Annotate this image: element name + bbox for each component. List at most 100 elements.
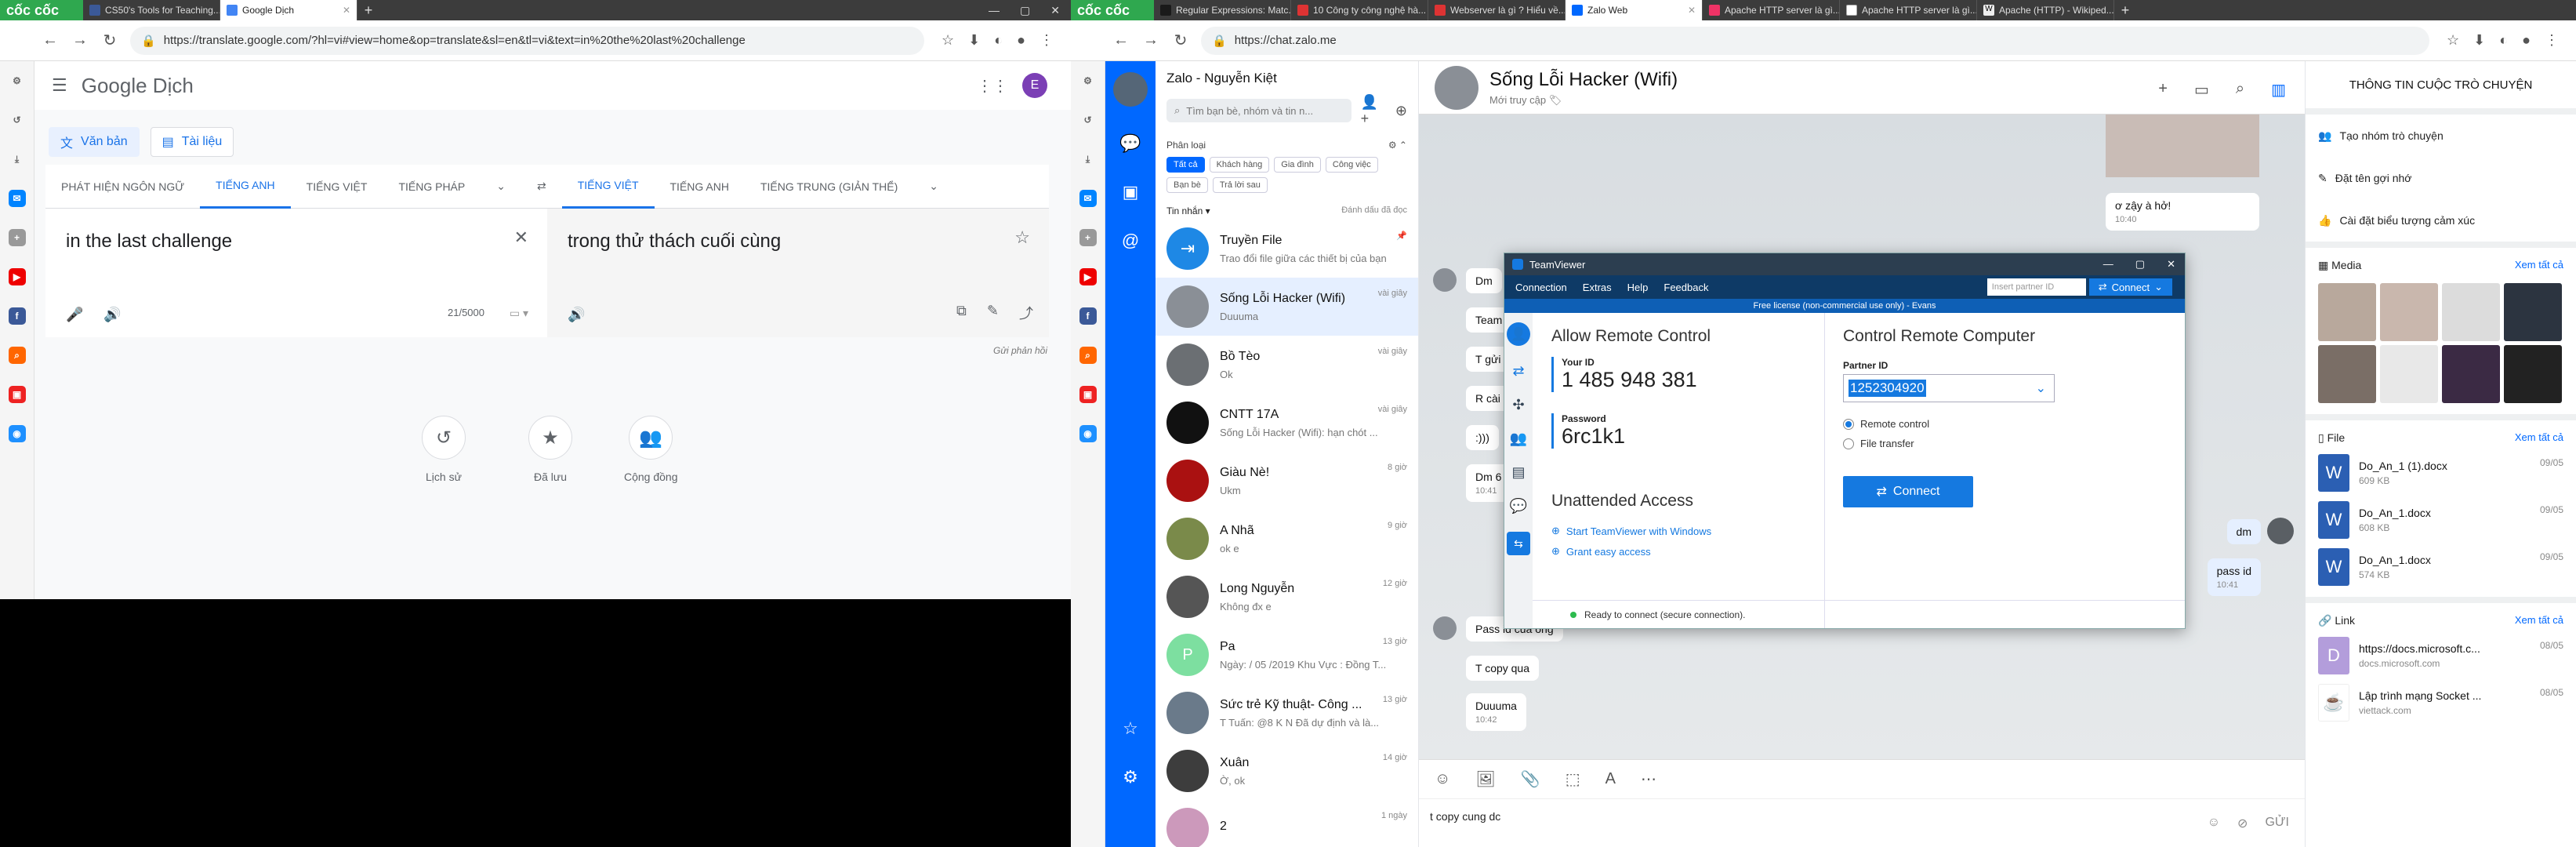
history-icon[interactable]: ↺: [9, 111, 26, 129]
mention-icon[interactable]: @: [1119, 231, 1141, 253]
conversation-item[interactable]: Xuân Ờ, ok 14 giờ: [1156, 742, 1418, 800]
close-icon[interactable]: ✕: [2167, 258, 2175, 271]
filter-settings-icon[interactable]: ⚙ ⌃: [1388, 140, 1407, 151]
hamburger-icon[interactable]: ☰: [52, 75, 67, 96]
tag-friends[interactable]: Bạn bè: [1166, 177, 1208, 193]
remote-control-radio[interactable]: Remote control: [1843, 418, 1929, 430]
search-input[interactable]: ⌕ Tìm bạn bè, nhóm và tin n...: [1166, 99, 1351, 122]
screenshot-icon[interactable]: ⬚: [1566, 769, 1580, 789]
quick-connect-button[interactable]: ⇄ Connect ⌄: [2088, 278, 2172, 296]
star-icon[interactable]: ☆: [2447, 32, 2459, 49]
conversation-item[interactable]: Bồ Tèo Ok vài giây: [1156, 336, 1418, 394]
meeting-icon[interactable]: ✣: [1512, 397, 1524, 413]
mode-document[interactable]: ▤ Tài liệu: [150, 127, 234, 157]
user-icon[interactable]: 👤: [1507, 322, 1530, 346]
tab-wikipedia[interactable]: WApache (HTTP) - Wikiped...✕: [1977, 0, 2114, 20]
facebook-icon[interactable]: f: [1079, 307, 1097, 325]
source-pane[interactable]: in the last challenge ✕ 🎤 🔊 21/5000 ▭ ▾: [45, 209, 547, 337]
camera-icon[interactable]: ◉: [1079, 425, 1097, 442]
contacts-icon[interactable]: 👥: [1510, 431, 1527, 447]
avatar[interactable]: [1435, 65, 1478, 110]
menu-icon[interactable]: ⋮: [2545, 32, 2559, 49]
search-icon[interactable]: ⌕: [2236, 80, 2244, 100]
add-friend-icon[interactable]: 👤+: [1361, 94, 1386, 127]
more-icon[interactable]: ⋯: [1641, 769, 1656, 789]
tab-regex[interactable]: Regular Expressions: Matc...✕: [1154, 0, 1291, 20]
download-icon[interactable]: ⤓: [9, 151, 26, 168]
start-with-windows-link[interactable]: ⊕ Start TeamViewer with Windows: [1551, 525, 1711, 537]
download-icon[interactable]: ⤓: [1079, 151, 1097, 168]
community-button[interactable]: 👥 Cộng đồng: [624, 416, 678, 483]
copy-icon[interactable]: ⧉: [956, 303, 967, 323]
media-thumbnail[interactable]: [2442, 283, 2500, 341]
forward-icon[interactable]: →: [1141, 31, 1160, 49]
edit-icon[interactable]: ✎: [987, 303, 999, 323]
download-icon[interactable]: ⬇: [2473, 32, 2485, 49]
menu-extras[interactable]: Extras: [1583, 282, 1612, 293]
conversation-item[interactable]: 2 1 ngày: [1156, 800, 1418, 847]
src-lang-detect[interactable]: PHÁT HIỆN NGÔN NGỮ: [45, 165, 200, 209]
chevron-down-icon[interactable]: ⌄: [913, 165, 954, 209]
contacts-icon[interactable]: ▣: [1119, 182, 1141, 204]
camera-icon[interactable]: ◉: [8, 425, 26, 442]
create-group-row[interactable]: 👥 Tạo nhóm trò chuyện: [2306, 115, 2576, 157]
source-text[interactable]: in the last challenge: [66, 231, 232, 253]
mode-text[interactable]: 文 Văn bản: [49, 127, 140, 157]
src-lang-english[interactable]: TIẾNG ANH: [200, 165, 291, 209]
add-group-icon[interactable]: ⊕: [1395, 103, 1407, 119]
inbox-label[interactable]: Tin nhắn ▾: [1166, 205, 1210, 216]
conversation-item[interactable]: ⇥ Truyền File Trao đổi file giữa các thiết…: [1156, 220, 1418, 278]
close-icon[interactable]: ✕: [514, 227, 528, 248]
settings-icon[interactable]: ⚙: [9, 72, 26, 89]
star-icon[interactable]: ☆: [1119, 718, 1141, 740]
link-icon[interactable]: ⊘: [2237, 816, 2248, 831]
share-icon[interactable]: ⤴: [1019, 303, 1033, 323]
saved-button[interactable]: ★ Đã lưu: [528, 416, 572, 483]
nickname-row[interactable]: ✎ Đặt tên gợi nhớ: [2306, 157, 2576, 199]
src-lang-french[interactable]: TIẾNG PHÁP: [383, 165, 481, 209]
swap-icon[interactable]: ⇄: [521, 165, 562, 209]
speaker-icon[interactable]: 🔊: [568, 307, 585, 323]
link-item[interactable]: ☕ Lập trình mạng Socket ... viettack.com 08…: [2318, 684, 2563, 722]
tab-zalo[interactable]: Zalo Web ✕: [1566, 0, 1703, 20]
tag-family[interactable]: Gia đình: [1274, 157, 1321, 173]
your-id-value[interactable]: 1 485 948 381: [1562, 368, 1697, 392]
tab-apache-1[interactable]: Apache HTTP server là gì...✕: [1703, 0, 1840, 20]
chevron-down-icon[interactable]: ⌄: [481, 165, 521, 209]
partner-id-input[interactable]: 1252304920: [1849, 380, 1926, 397]
microphone-icon[interactable]: 🎤: [66, 307, 83, 323]
maximize-icon[interactable]: ▢: [2135, 258, 2145, 271]
forward-icon[interactable]: →: [71, 31, 89, 49]
media-thumbnail[interactable]: [2380, 345, 2438, 403]
conversation-item[interactable]: Giàu Nè! Ukm 8 giờ: [1156, 452, 1418, 510]
file-item[interactable]: W Do_An_1.docx 574 KB 09/05: [2318, 548, 2563, 586]
back-icon[interactable]: ←: [41, 31, 60, 49]
download-icon[interactable]: ⬇: [968, 32, 980, 49]
media-thumbnail[interactable]: [2380, 283, 2438, 341]
conversation-item[interactable]: Sức trẻ Kỹ thuật- Công ... T Tuấn: @8 K N…: [1156, 684, 1418, 742]
history-button[interactable]: ↺ Lịch sử: [422, 416, 466, 483]
address-bar[interactable]: 🔒 https://translate.google.com/?hl=vi#vie…: [130, 26, 925, 55]
address-bar[interactable]: 🔒 https://chat.zalo.me: [1201, 26, 2430, 55]
minimize-icon[interactable]: —: [989, 4, 1000, 16]
close-window-icon[interactable]: ✕: [1050, 4, 1060, 17]
tab-cs50[interactable]: CS50's Tools for Teaching...✕: [83, 0, 220, 20]
chat-icon[interactable]: 💬: [1119, 133, 1141, 155]
info-panel-icon[interactable]: ▥: [2271, 80, 2286, 100]
reload-icon[interactable]: ↻: [100, 31, 119, 50]
history-icon[interactable]: ↺: [1079, 111, 1097, 129]
speaker-icon[interactable]: 🔊: [103, 307, 121, 323]
game-icon[interactable]: ▣: [1079, 386, 1097, 403]
account-icon[interactable]: ●: [2522, 32, 2531, 49]
media-thumbnail[interactable]: [2504, 345, 2562, 403]
tag-work[interactable]: Công việc: [1325, 157, 1378, 173]
close-icon[interactable]: ✕: [1688, 5, 1696, 16]
maximize-icon[interactable]: ▢: [1020, 4, 1030, 17]
media-thumbnail[interactable]: [2318, 283, 2376, 341]
tab-webserver[interactable]: Webserver là gì ? Hiểu về...✕: [1428, 0, 1566, 20]
tab-cong-ty[interactable]: 10 Công ty công nghệ hà...✕: [1291, 0, 1428, 20]
send-button[interactable]: GỬI: [2265, 816, 2289, 831]
file-transfer-radio[interactable]: File transfer: [1843, 438, 1929, 449]
avatar[interactable]: E: [1022, 73, 1047, 98]
message-input[interactable]: t copy cung dc: [1419, 799, 2305, 834]
